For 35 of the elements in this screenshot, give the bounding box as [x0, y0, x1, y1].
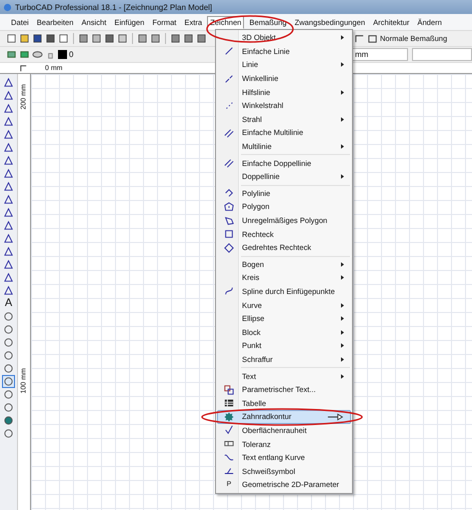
- weld-icon: [224, 466, 234, 476]
- submenu-arrow-icon: [341, 374, 344, 379]
- layer-icon[interactable]: [19, 49, 30, 60]
- dotted-line-icon: [224, 100, 234, 111]
- table-icon: [224, 398, 234, 408]
- submenu-arrow-icon: [341, 62, 344, 68]
- submenu-arrow-icon: [341, 35, 344, 40]
- diamond-icon: [224, 242, 234, 253]
- submenu-arrow-icon: [341, 262, 344, 267]
- color-swatch[interactable]: [58, 50, 67, 59]
- text-tool[interactable]: A: [4, 298, 12, 309]
- layer-field[interactable]: 0: [69, 50, 219, 59]
- submenu-arrow-icon: [341, 343, 344, 348]
- text-frame-icon: [224, 384, 234, 395]
- double-line-icon: [224, 158, 234, 168]
- submenu-arrow-icon: [341, 90, 344, 95]
- submenu-arrow-icon: [341, 330, 344, 335]
- submenu-arrow-icon: [341, 144, 344, 150]
- check-mark-icon: [224, 425, 234, 436]
- cursor-icon: [327, 412, 345, 421]
- submenu-arrow-icon: [341, 356, 344, 362]
- submenu-arrow-icon: [341, 116, 344, 122]
- submenu-arrow-icon: [341, 174, 344, 180]
- app-icon: [3, 2, 12, 12]
- submenu-arrow-icon: [341, 302, 344, 308]
- input-field[interactable]: [412, 48, 472, 61]
- unit-dropdown[interactable]: mm: [351, 48, 408, 61]
- spline-icon: [224, 286, 234, 296]
- eye-icon[interactable]: [32, 49, 43, 60]
- layer-icon[interactable]: [6, 49, 17, 60]
- submenu-arrow-icon: [341, 316, 344, 322]
- submenu-arrow-icon: [341, 275, 344, 280]
- double-line-icon: [224, 128, 234, 138]
- ruler-corner-icon[interactable]: [19, 64, 28, 72]
- window-title: TurboCAD Professional 18.1 - [Zeichnung2 Plan Model]: [15, 2, 212, 12]
